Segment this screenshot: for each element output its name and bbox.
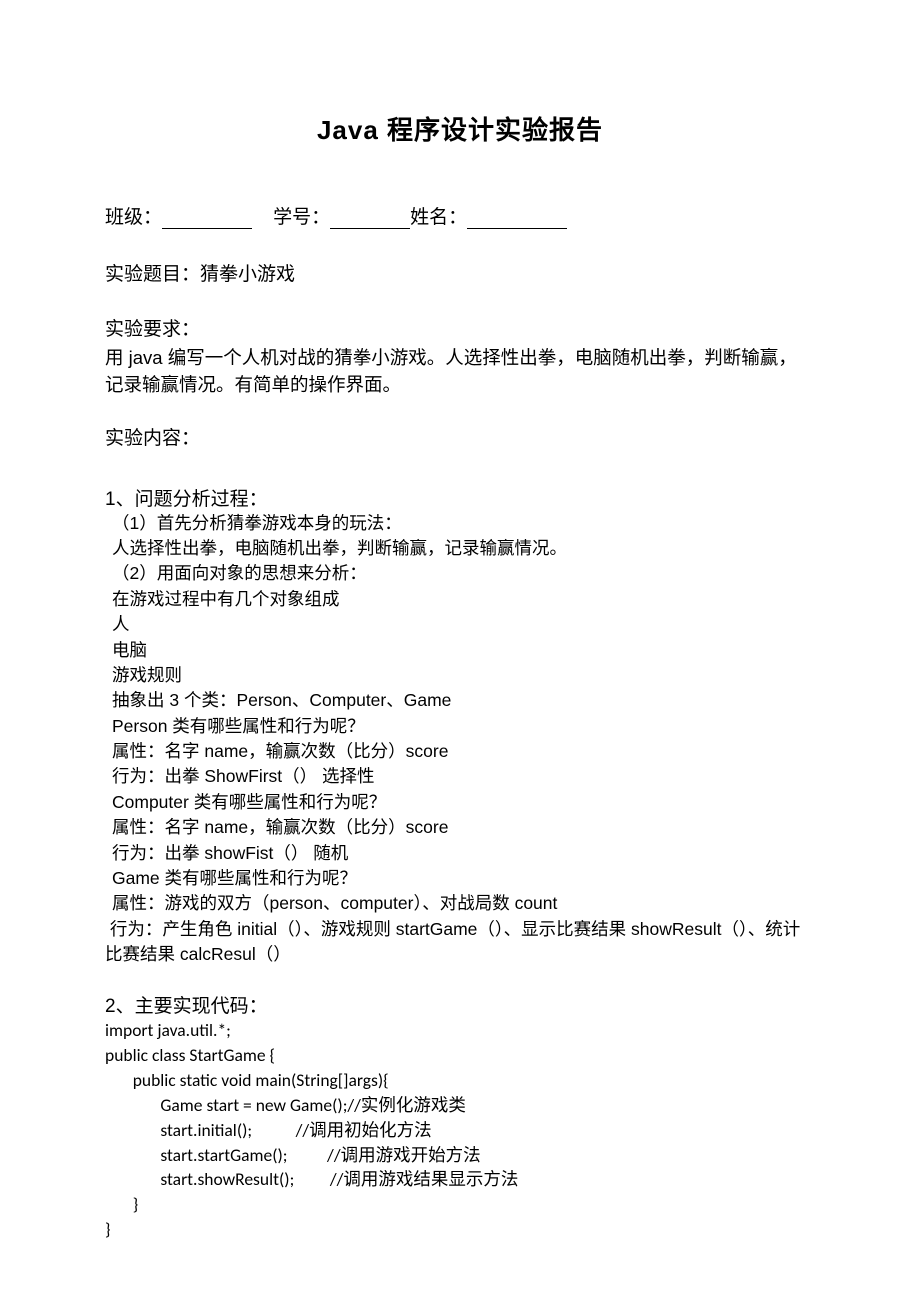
name-blank <box>467 207 567 229</box>
analysis-line: 属性：名字 name，输赢次数（比分）score <box>112 739 815 764</box>
analysis-line: Game 类有哪些属性和行为呢？ <box>112 866 815 891</box>
analysis-line: 抽象出 3 个类：Person、Computer、Game <box>112 688 815 713</box>
code-block: import java.util.*; public class StartGa… <box>105 1018 815 1242</box>
topic-label: 实验题目： <box>105 264 200 285</box>
analysis-line: 游戏规则 <box>112 663 815 688</box>
analysis-line: 人 <box>112 612 815 637</box>
page-title: Java 程序设计实验报告 <box>105 110 815 147</box>
id-blank <box>330 207 410 229</box>
analysis-line: 行为：出拳 showFist（） 随机 <box>112 841 815 866</box>
analysis-line: Computer 类有哪些属性和行为呢？ <box>112 790 815 815</box>
name-label: 姓名： <box>410 207 467 228</box>
class-blank <box>162 207 252 229</box>
analysis-line: 属性：游戏的双方（person、computer）、对战局数 count <box>112 891 815 916</box>
class-label: 班级： <box>105 207 162 228</box>
analysis-line: 属性：名字 name，输赢次数（比分）score <box>112 815 815 840</box>
requirements-text: 用 java 编写一个人机对战的猜拳小游戏。人选择性出拳，电脑随机出拳，判断输赢… <box>105 345 815 399</box>
analysis-line: 行为：出拳 ShowFirst（） 选择性 <box>112 764 815 789</box>
info-line: 班级： 学号： 姓名： <box>105 202 815 229</box>
analysis-line: 电脑 <box>112 638 815 663</box>
analysis-line: 人选择性出拳，电脑随机出拳，判断输赢，记录输赢情况。 <box>112 536 815 561</box>
document-page: Java 程序设计实验报告 班级： 学号： 姓名： 实验题目：猜拳小游戏 实验要求… <box>0 0 920 1302</box>
analysis-line: Person 类有哪些属性和行为呢？ <box>112 714 815 739</box>
analysis-line: （2）用面向对象的思想来分析： <box>112 561 815 586</box>
analysis-line: （1）首先分析猜拳游戏本身的玩法： <box>112 511 815 536</box>
section2-heading: 2、主要实现代码： <box>105 991 815 1018</box>
section1-body: （1）首先分析猜拳游戏本身的玩法： 人选择性出拳，电脑随机出拳，判断输赢，记录输… <box>105 511 815 917</box>
content-label: 实验内容： <box>105 423 815 450</box>
analysis-line: 在游戏过程中有几个对象组成 <box>112 587 815 612</box>
topic-value: 猜拳小游戏 <box>200 264 295 285</box>
section1-wrap-line: 行为：产生角色 initial（）、游戏规则 startGame（）、显示比赛结… <box>105 917 815 968</box>
topic-line: 实验题目：猜拳小游戏 <box>105 259 815 286</box>
id-label: 学号： <box>273 207 330 228</box>
requirements-label: 实验要求： <box>105 314 815 341</box>
section1-wrap-text: 行为：产生角色 initial（）、游戏规则 startGame（）、显示比赛结… <box>105 919 800 964</box>
section1-heading: 1、问题分析过程： <box>105 484 815 511</box>
